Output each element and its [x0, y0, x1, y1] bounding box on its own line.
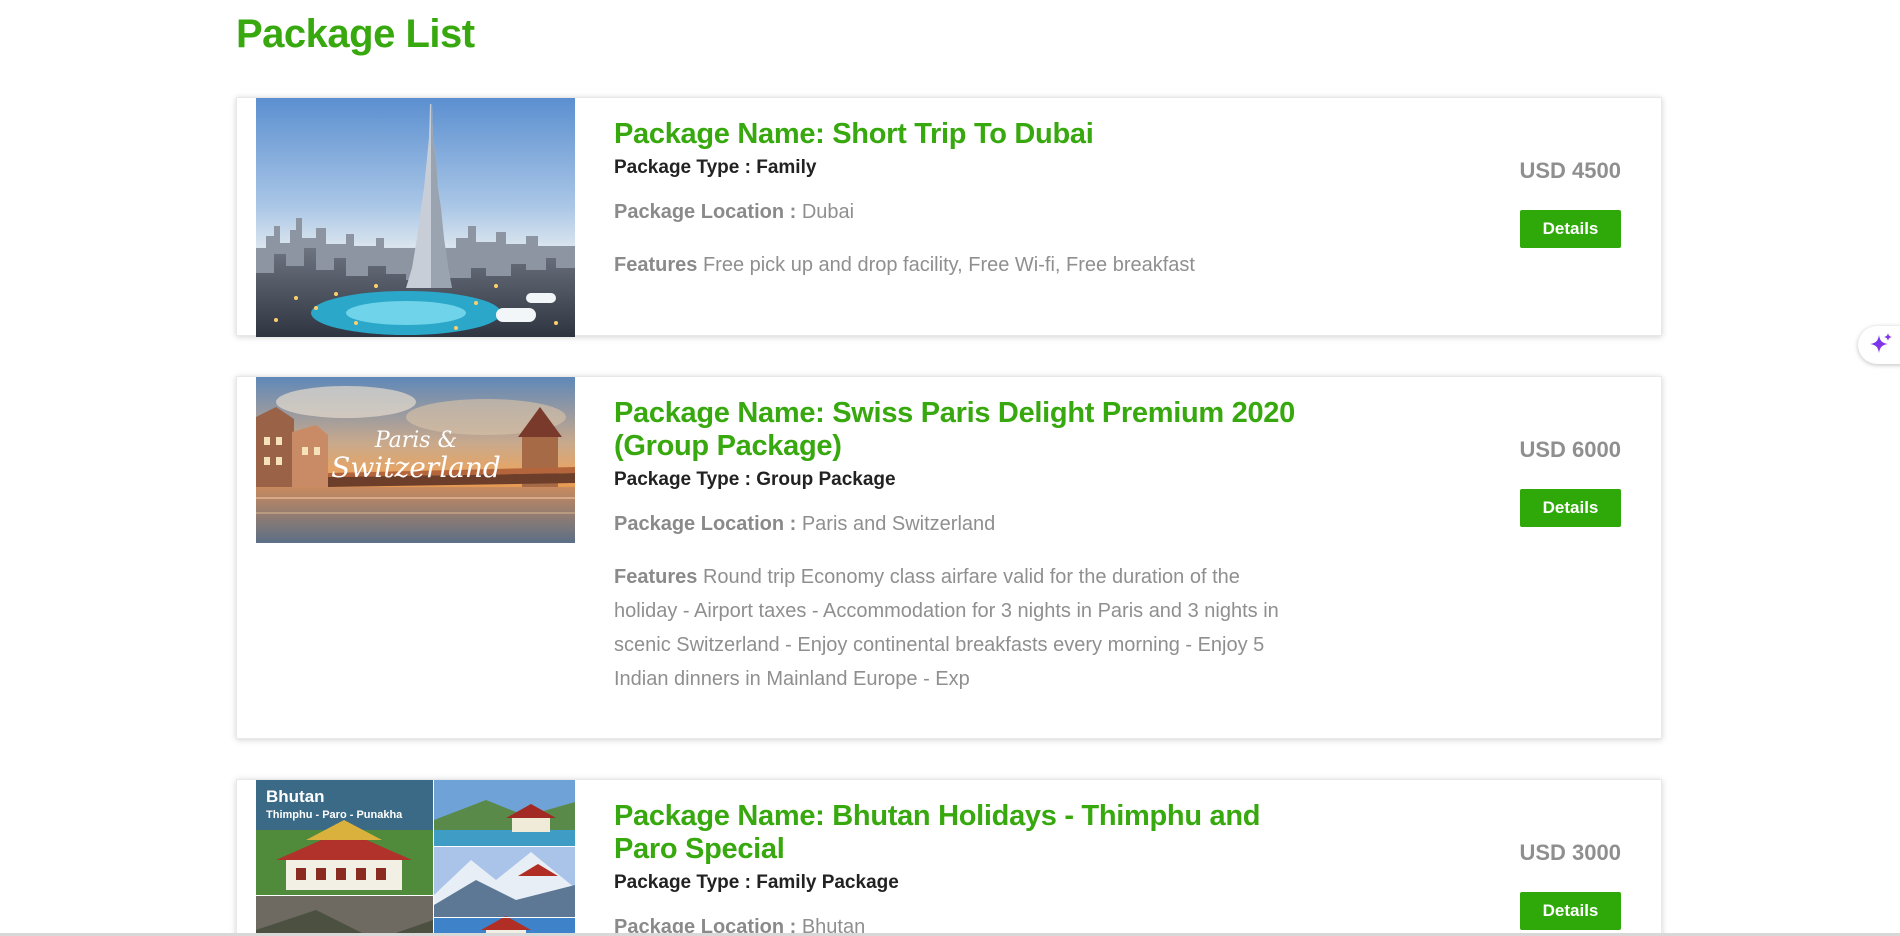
- package-type-value: Family: [756, 157, 817, 178]
- package-type-value: Group Package: [756, 469, 896, 490]
- package-info: Package Name: Short Trip To Dubai Packag…: [614, 118, 1304, 282]
- package-type-label: Package Type :: [614, 872, 757, 893]
- paris-switzerland-image[interactable]: Paris & Switzerland: [256, 377, 575, 543]
- details-button[interactable]: Details: [1520, 210, 1621, 248]
- package-type: Package Type : Family Package: [614, 872, 1304, 894]
- package-type: Package Type : Group Package: [614, 469, 1304, 491]
- package-location: Package Location : Dubai: [614, 201, 1304, 224]
- package-features-value: Free pick up and drop facility, Free Wi-…: [702, 254, 1195, 276]
- package-location-label: Package Location :: [614, 201, 802, 223]
- package-price: USD 6000: [1519, 437, 1621, 462]
- page-title: Package List: [236, 12, 475, 56]
- package-type-value: Family Package: [756, 872, 899, 893]
- package-features-label: Features: [614, 566, 703, 588]
- package-features: Features Free pick up and drop facility,…: [614, 248, 1304, 282]
- package-info: Package Name: Bhutan Holidays - Thimphu …: [614, 800, 1304, 936]
- package-info: Package Name: Swiss Paris Delight Premiu…: [614, 397, 1304, 696]
- package-name[interactable]: Package Name: Short Trip To Dubai: [614, 118, 1304, 151]
- package-price: USD 4500: [1519, 158, 1621, 183]
- package-name[interactable]: Package Name: Swiss Paris Delight Premiu…: [614, 397, 1304, 463]
- package-name[interactable]: Package Name: Bhutan Holidays - Thimphu …: [614, 800, 1304, 866]
- package-card-bhutan: Bhutan Thimphu - Paro - Punakha Package …: [236, 779, 1662, 936]
- assistant-button[interactable]: [1858, 326, 1900, 364]
- bhutan-collage-image[interactable]: Bhutan Thimphu - Paro - Punakha: [256, 780, 575, 936]
- package-location-value: Dubai: [801, 201, 855, 223]
- details-button[interactable]: Details: [1520, 892, 1621, 930]
- package-type-label: Package Type :: [614, 469, 757, 490]
- package-features: Features Round trip Economy class airfar…: [614, 560, 1304, 696]
- package-features-label: Features: [614, 254, 703, 276]
- package-location: Package Location : Paris and Switzerland: [614, 513, 1304, 536]
- image-caption-line1: Paris &: [374, 428, 457, 453]
- package-card-dubai: Package Name: Short Trip To Dubai Packag…: [236, 97, 1662, 337]
- image-title: Bhutan: [266, 787, 325, 806]
- package-location-value: Paris and Switzerland: [801, 513, 996, 535]
- package-type: Package Type : Family: [614, 157, 1304, 179]
- sparkle-icon: [1870, 333, 1892, 353]
- package-price: USD 3000: [1519, 840, 1621, 865]
- image-caption-line2: Switzerland: [331, 451, 501, 484]
- page: Package List Package Name: Short Trip To…: [0, 0, 1900, 936]
- dubai-skyline-image[interactable]: [256, 98, 575, 337]
- package-card-paris-switzerland: Paris & Switzerland Package Name: Swiss …: [236, 376, 1662, 739]
- package-type-label: Package Type :: [614, 157, 757, 178]
- package-features-value: Round trip Economy class airfare valid f…: [614, 566, 1279, 690]
- package-location-label: Package Location :: [614, 513, 802, 535]
- details-button[interactable]: Details: [1520, 489, 1621, 527]
- image-subtitle: Thimphu - Paro - Punakha: [266, 809, 403, 821]
